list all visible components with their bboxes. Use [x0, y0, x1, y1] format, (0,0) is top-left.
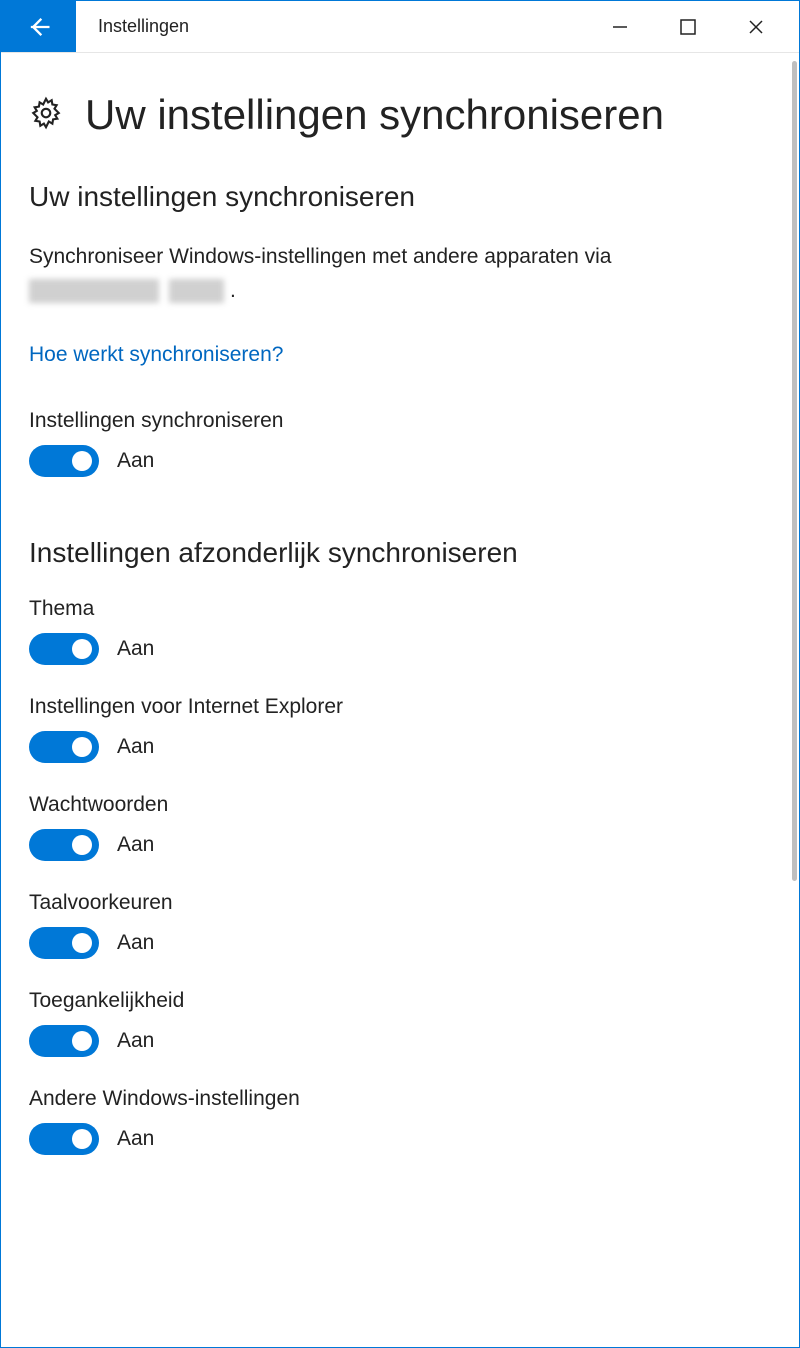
close-icon [747, 18, 765, 36]
gear-icon [29, 96, 63, 135]
toggle-accessibility: Toegankelijkheid Aan [29, 989, 771, 1057]
page-header: Uw instellingen synchroniseren [29, 91, 771, 139]
toggle-state: Aan [117, 637, 154, 661]
toggle-label: Instellingen synchroniseren [29, 409, 771, 433]
toggle-switch-passwords[interactable] [29, 829, 99, 861]
toggle-state: Aan [117, 735, 154, 759]
sync-help-link[interactable]: Hoe werkt synchroniseren? [29, 343, 283, 367]
toggle-label: Toegankelijkheid [29, 989, 771, 1013]
maximize-button[interactable] [673, 12, 703, 42]
toggle-switch-theme[interactable] [29, 633, 99, 665]
sync-description: Synchroniseer Windows-instellingen met a… [29, 241, 771, 273]
toggle-state: Aan [117, 449, 154, 473]
maximize-icon [679, 18, 697, 36]
arrow-left-icon [25, 13, 53, 41]
back-button[interactable] [1, 1, 76, 52]
titlebar: Instellingen [1, 1, 799, 53]
toggle-state: Aan [117, 1127, 154, 1151]
toggle-label: Wachtwoorden [29, 793, 771, 817]
window-title: Instellingen [76, 1, 605, 52]
toggle-switch-ie[interactable] [29, 731, 99, 763]
sentence-period: . [230, 279, 236, 303]
toggle-passwords: Wachtwoorden Aan [29, 793, 771, 861]
toggle-theme: Thema Aan [29, 597, 771, 665]
toggle-label: Instellingen voor Internet Explorer [29, 695, 771, 719]
minimize-button[interactable] [605, 12, 635, 42]
content-area: Uw instellingen synchroniseren Uw instel… [1, 53, 799, 1347]
window-controls [605, 1, 799, 52]
page-title: Uw instellingen synchroniseren [85, 91, 664, 139]
toggle-switch-sync[interactable] [29, 445, 99, 477]
toggle-state: Aan [117, 931, 154, 955]
toggle-switch-other[interactable] [29, 1123, 99, 1155]
toggle-switch-accessibility[interactable] [29, 1025, 99, 1057]
section-sync-heading: Uw instellingen synchroniseren [29, 181, 771, 213]
toggle-switch-language[interactable] [29, 927, 99, 959]
toggle-label: Andere Windows-instellingen [29, 1087, 771, 1111]
toggle-label: Taalvoorkeuren [29, 891, 771, 915]
toggle-sync-settings: Instellingen synchroniseren Aan [29, 409, 771, 477]
toggle-state: Aan [117, 1029, 154, 1053]
close-button[interactable] [741, 12, 771, 42]
redacted-account: . [29, 279, 771, 303]
redacted-text [29, 279, 159, 303]
toggle-other-windows: Andere Windows-instellingen Aan [29, 1087, 771, 1155]
toggle-state: Aan [117, 833, 154, 857]
minimize-icon [611, 18, 629, 36]
toggle-language: Taalvoorkeuren Aan [29, 891, 771, 959]
section-individual-heading: Instellingen afzonderlijk synchroniseren [29, 537, 771, 569]
redacted-text [169, 279, 224, 303]
scrollbar-thumb[interactable] [792, 61, 797, 881]
toggle-ie-settings: Instellingen voor Internet Explorer Aan [29, 695, 771, 763]
toggle-label: Thema [29, 597, 771, 621]
